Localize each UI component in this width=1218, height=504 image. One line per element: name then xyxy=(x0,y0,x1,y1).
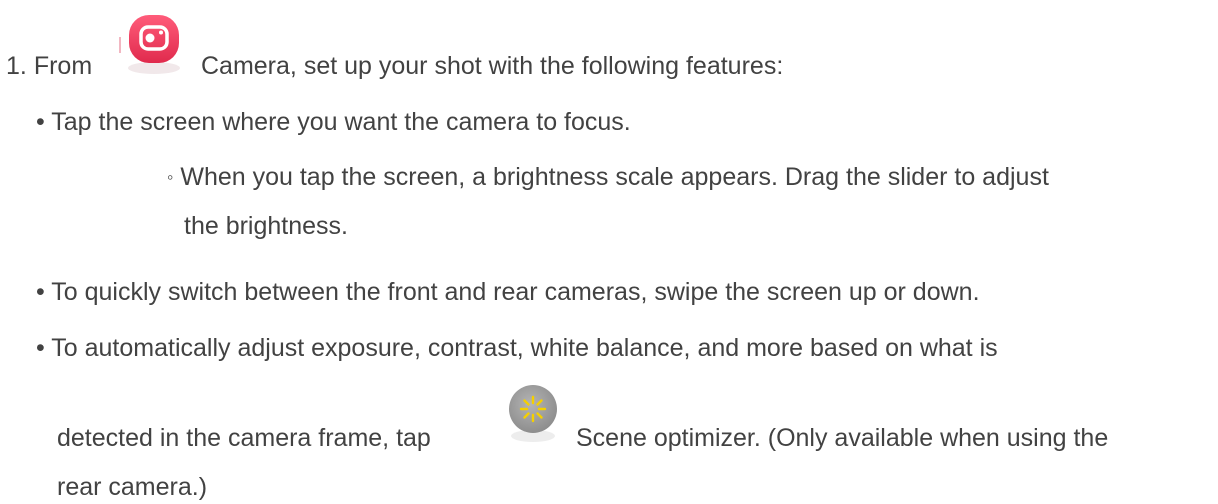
step-1-text: Camera, set up your shot with the follow… xyxy=(201,51,783,81)
step-1-line: 1. From xyxy=(6,51,92,81)
bullet-marker: • xyxy=(36,108,45,136)
bullet-3-line2-suffix: Scene optimizer. (Only available when us… xyxy=(576,423,1108,453)
bullet-1: • Tap the screen where you want the came… xyxy=(36,107,631,137)
step-text: set up your shot with the following feat… xyxy=(303,52,784,80)
bullet-3-line2: detected in the camera frame, tap xyxy=(57,423,431,453)
sub-bullet-1: ◦ When you tap the screen, a brightness … xyxy=(167,162,1049,192)
sub-bullet-text-line2: the brightness. xyxy=(184,212,348,240)
bullet-marker: • xyxy=(36,278,45,306)
sub-bullet-text-line1: When you tap the screen, a brightness sc… xyxy=(180,163,1049,191)
step-number: 1. xyxy=(6,52,27,80)
step-prefix: From xyxy=(33,52,93,80)
bullet-text-line1: To automatically adjust exposure, contra… xyxy=(51,334,998,362)
camera-app-name: Camera, xyxy=(201,52,297,80)
bullet-text-line3: rear camera.) xyxy=(57,473,208,501)
bullet-text-line2-prefix: detected in the camera frame, tap xyxy=(57,424,431,452)
camera-app-icon xyxy=(116,5,192,81)
bullet-text-line2-suffix: Scene optimizer. (Only available when us… xyxy=(576,424,1109,452)
sub-bullet-marker: ◦ xyxy=(167,167,174,187)
bullet-3: • To automatically adjust exposure, cont… xyxy=(36,333,998,363)
bullet-text: To quickly switch between the front and … xyxy=(51,278,980,306)
sub-bullet-1-cont: the brightness. xyxy=(184,211,348,241)
bullet-text: Tap the screen where you want the camera… xyxy=(51,108,631,136)
bullet-2: • To quickly switch between the front an… xyxy=(36,277,980,307)
bullet-3-line3: rear camera.) xyxy=(57,472,207,502)
scene-optimizer-icon xyxy=(503,380,565,446)
bullet-marker: • xyxy=(36,334,45,362)
